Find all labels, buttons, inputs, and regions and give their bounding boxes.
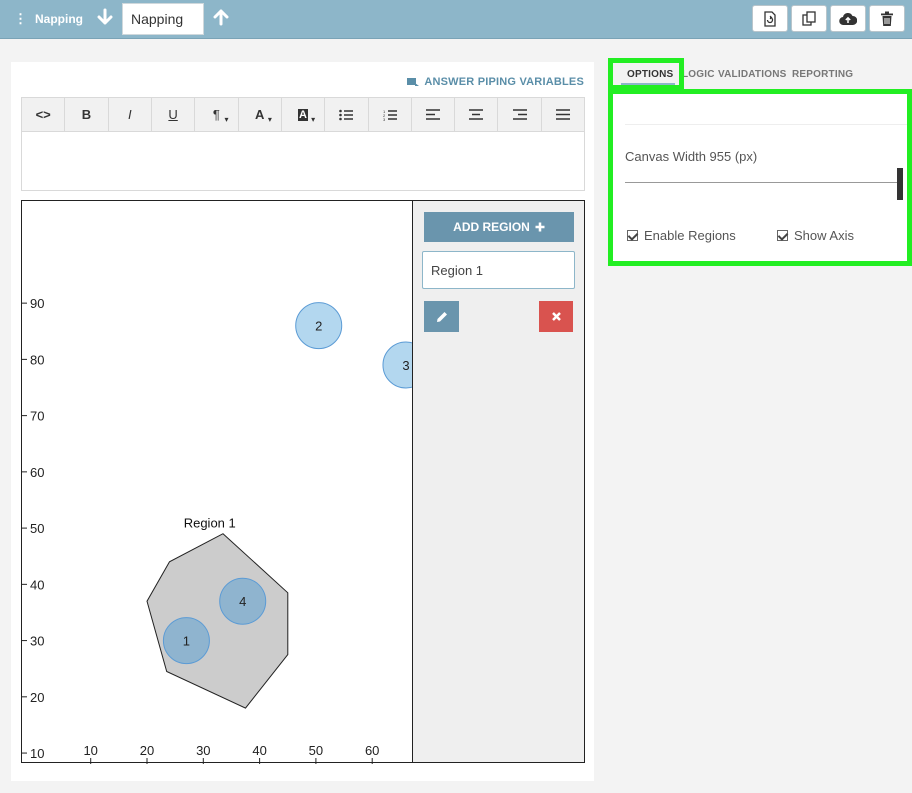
align-left-icon [425,109,440,120]
align-left-button[interactable] [412,98,456,131]
napping-canvas[interactable]: Region 1 10 20 30 40 50 60 70 80 90 10 20 30 40 50 60 1 2… [21,200,414,764]
vertical-dots-icon: ⋮ [14,11,27,26]
align-right-icon [512,109,527,120]
edit-region-button[interactable] [424,301,459,332]
underline-icon: U [168,107,178,122]
ordered-list-button[interactable]: 123 [369,98,412,131]
canvas-width-slider[interactable] [625,182,902,183]
canvas-width-label: Canvas Width 955 (px) [625,149,758,164]
top-bar: ⋮ Napping [0,0,912,39]
unordered-list-button[interactable] [325,98,369,131]
copy-button[interactable] [791,5,827,32]
show-axis-label: Show Axis [794,228,854,243]
options-panel: Canvas Width 955 (px) Enable Regions Sho… [608,89,912,266]
x-tick-label: 40 [252,743,266,758]
italic-button[interactable]: I [109,98,152,131]
napping-chart: Region 1 10 20 30 40 50 60 70 80 90 10 20 30 40 50 60 1 2… [22,296,414,764]
move-down-arrow-icon[interactable] [95,8,115,30]
x-tick-label: 10 [83,743,97,758]
align-right-button[interactable] [498,98,542,131]
tab-validations[interactable]: VALIDATIONS [718,69,787,80]
upload-button[interactable] [830,5,866,32]
question-name-input[interactable] [122,3,204,35]
y-tick-label: 10 [30,746,44,761]
piping-icon [407,77,420,86]
code-icon: <> [35,107,51,122]
refresh-doc-icon [764,10,776,27]
region-panel: ADD REGION [412,200,585,763]
checkbox-checked-icon [777,230,788,241]
region-name-input[interactable] [422,251,575,289]
paragraph-icon: ¶ [212,107,220,122]
add-region-button[interactable]: ADD REGION [424,212,574,242]
data-point-label: 4 [239,594,246,609]
code-view-button[interactable]: <> [22,98,66,131]
options-divider [625,124,907,125]
y-tick-label: 70 [30,409,44,424]
checkbox-checked-icon [627,230,638,241]
list-ol-icon: 123 [383,109,397,121]
rich-text-toolbar: <> B I U ¶ ▾ A ▾ A ▾ 123 [21,97,585,132]
copy-icon [802,10,816,26]
align-center-button[interactable] [455,98,499,131]
y-tick-label: 80 [30,352,44,367]
justify-button[interactable] [542,98,584,131]
region-polygon[interactable] [146,533,289,709]
x-tick-label: 20 [140,743,154,758]
y-tick-label: 60 [30,465,44,480]
italic-icon: I [127,107,132,122]
list-ul-icon [339,109,354,120]
data-point-label: 2 [315,319,322,334]
y-tick-label: 50 [30,521,44,536]
align-center-icon [469,109,484,120]
svg-text:3: 3 [383,117,386,121]
add-region-label: ADD REGION [453,220,530,234]
canvas-width-slider-handle[interactable] [897,168,903,200]
options-tab-highlight-overlay [608,58,684,90]
y-tick-label: 30 [30,634,44,649]
bold-button[interactable]: B [65,98,109,131]
answer-piping-link[interactable]: ANSWER PIPING VARIABLES [407,76,584,88]
tab-logic[interactable]: LOGIC [682,69,715,80]
refresh-doc-button[interactable] [752,5,788,32]
delete-region-button[interactable] [539,301,573,332]
y-tick-label: 40 [30,577,44,592]
trash-icon [881,11,893,26]
cloud-upload-icon [839,12,857,25]
underline-button[interactable]: U [152,98,196,131]
plus-icon [535,222,545,232]
enable-regions-checkbox[interactable]: Enable Regions [627,228,736,243]
bold-icon: B [81,107,92,122]
highlight-color-icon: A [298,108,308,121]
answer-piping-label: ANSWER PIPING VARIABLES [424,76,584,88]
y-tick-label: 90 [30,296,44,311]
question-panel: ANSWER PIPING VARIABLES <> B I U ¶ ▾ A ▾ A… [11,62,594,781]
y-tick-label: 20 [30,690,44,705]
show-axis-checkbox[interactable]: Show Axis [777,228,854,243]
font-color-icon: A [255,107,265,122]
close-icon [551,312,561,321]
move-up-arrow-icon[interactable] [211,8,231,30]
region-label: Region 1 [184,516,236,531]
tab-logic-label: LOGIC [682,69,715,80]
question-menu[interactable]: ⋮ Napping [14,11,83,27]
x-tick-label: 30 [196,743,210,758]
paragraph-button[interactable]: ¶ ▾ [195,98,239,131]
data-point-label: 3 [402,358,409,373]
question-text-editor[interactable] [21,132,585,191]
delete-question-button[interactable] [869,5,905,32]
x-tick-label: 60 [365,743,379,758]
pencil-icon [436,311,447,322]
font-color-button[interactable]: A ▾ [239,98,282,131]
x-tick-label: 50 [309,743,323,758]
tab-reporting[interactable]: REPORTING [792,69,853,80]
enable-regions-label: Enable Regions [644,228,736,243]
justify-icon [555,109,570,120]
highlight-color-button[interactable]: A ▾ [282,98,326,131]
data-point-label: 1 [183,634,190,649]
question-name: Napping [35,12,83,26]
